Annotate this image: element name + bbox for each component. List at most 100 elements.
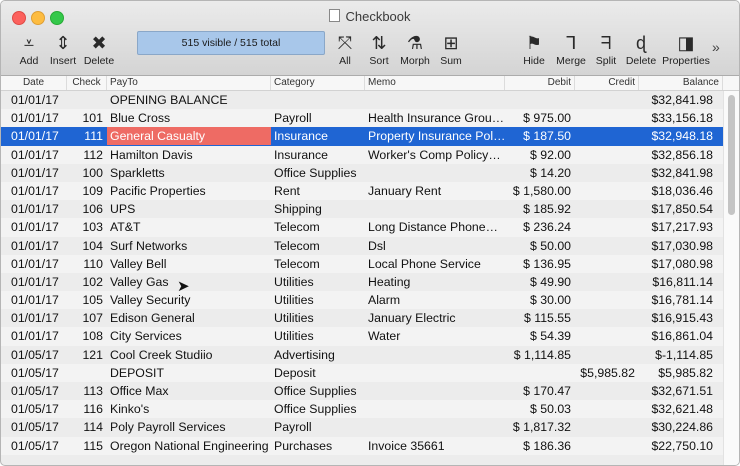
cell-credit[interactable] <box>575 346 635 364</box>
cell-payto[interactable]: OPENING BALANCE <box>107 91 271 109</box>
table-row[interactable]: 01/01/17 103 AT&T Telecom Long Distance Phon… <box>1 218 723 237</box>
cell-debit[interactable]: $ 170.47 <box>505 382 571 400</box>
cell-payto[interactable]: Blue Cross <box>107 109 271 127</box>
cell-memo[interactable]: Heating <box>365 273 505 291</box>
cell-memo[interactable] <box>365 346 505 364</box>
cell-balance[interactable]: $18,036.46 <box>639 182 713 200</box>
cell-credit[interactable] <box>575 91 635 109</box>
cell-payto[interactable]: Kinko's <box>107 400 271 418</box>
cell-check[interactable]: 106 <box>69 200 103 218</box>
cell-payto[interactable]: DEPOSIT <box>107 364 271 382</box>
cell-memo[interactable] <box>365 382 505 400</box>
toolbar-overflow-button[interactable]: » <box>712 39 720 55</box>
cell-payto[interactable]: AT&T <box>107 218 271 236</box>
cell-date[interactable]: 01/01/17 <box>11 291 67 309</box>
cell-balance[interactable]: $16,811.14 <box>639 273 713 291</box>
cell-balance[interactable]: $17,217.93 <box>639 218 713 236</box>
table-row[interactable]: 01/01/17 106 UPS Shipping $ 185.92 $17,850.54 <box>1 200 723 218</box>
cell-memo[interactable]: Property Insurance Pol… <box>365 127 505 145</box>
cell-debit[interactable] <box>505 364 571 382</box>
cell-check[interactable]: 109 <box>69 182 103 200</box>
table-row[interactable]: 01/01/17 111 General Casualty Insurance Prop… <box>1 127 723 146</box>
cell-memo[interactable] <box>365 164 505 182</box>
cell-payto[interactable]: Poly Payroll Services <box>107 418 271 436</box>
cell-balance[interactable]: $16,861.04 <box>639 327 713 345</box>
properties-button[interactable]: ◨ Properties <box>661 32 711 67</box>
cell-debit[interactable]: $ 1,114.85 <box>505 346 571 364</box>
cell-payto[interactable]: UPS <box>107 200 271 218</box>
cell-debit[interactable]: $ 236.24 <box>505 218 571 236</box>
cell-check[interactable]: 111 <box>69 127 103 145</box>
cell-credit[interactable]: $5,985.82 <box>575 364 635 382</box>
cell-category[interactable]: Office Supplies <box>271 400 365 418</box>
cell-payto[interactable]: Oregon National Engineering <box>107 437 271 455</box>
cell-credit[interactable] <box>575 273 635 291</box>
cell-check[interactable] <box>69 364 103 382</box>
cell-payto[interactable]: Edison General <box>107 309 271 327</box>
cell-date[interactable]: 01/01/17 <box>11 200 67 218</box>
cell-payto[interactable]: Pacific Properties <box>107 182 271 200</box>
table-row[interactable]: 01/01/17 110 Valley Bell Telecom Local Phone… <box>1 254 723 273</box>
cell-date[interactable]: 01/01/17 <box>11 164 67 182</box>
cell-payto[interactable]: Hamilton Davis <box>107 146 271 164</box>
vertical-scrollbar[interactable] <box>723 91 739 465</box>
cell-check[interactable]: 114 <box>69 418 103 436</box>
cell-balance[interactable]: $16,781.14 <box>639 291 713 309</box>
cell-debit[interactable]: $ 1,580.00 <box>505 182 571 200</box>
column-header-payto[interactable]: PayTo <box>107 76 271 90</box>
cell-date[interactable]: 01/05/17 <box>11 382 67 400</box>
column-header-check[interactable]: Check <box>67 76 107 90</box>
cell-debit[interactable]: $ 49.90 <box>505 273 571 291</box>
cell-credit[interactable] <box>575 309 635 327</box>
cell-memo[interactable] <box>365 200 505 218</box>
cell-category[interactable]: Rent <box>271 182 365 200</box>
cell-category[interactable]: Insurance <box>271 146 365 164</box>
cell-category[interactable]: Telecom <box>271 255 365 273</box>
cell-check[interactable]: 115 <box>69 437 103 455</box>
cell-credit[interactable] <box>575 146 635 164</box>
cell-date[interactable]: 01/01/17 <box>11 218 67 236</box>
insert-button[interactable]: ⇕ Insert <box>47 32 79 67</box>
cell-check[interactable]: 103 <box>69 218 103 236</box>
cell-category[interactable] <box>271 91 365 109</box>
column-header-debit[interactable]: Debit <box>505 76 575 90</box>
merge-button[interactable]: ᒣ Merge <box>554 32 588 67</box>
table-row[interactable]: 01/01/17 108 City Services Utilities Water $ … <box>1 327 723 346</box>
cell-check[interactable]: 112 <box>69 146 103 164</box>
cell-date[interactable]: 01/01/17 <box>11 327 67 345</box>
cell-balance[interactable]: $33,156.18 <box>639 109 713 127</box>
cell-payto[interactable]: Valley Bell <box>107 255 271 273</box>
table-row[interactable]: 01/01/17 107 Edison General Utilities Januar… <box>1 309 723 327</box>
cell-credit[interactable] <box>575 437 635 455</box>
cell-debit[interactable]: $ 50.00 <box>505 237 571 255</box>
cell-date[interactable]: 01/01/17 <box>11 237 67 255</box>
column-header-date[interactable]: Date <box>1 76 67 90</box>
cell-payto[interactable]: General Casualty <box>107 127 271 146</box>
cell-memo[interactable]: Long Distance Phone… <box>365 218 505 236</box>
table-row[interactable]: 01/01/17 101 Blue Cross Payroll Health Insur… <box>1 109 723 128</box>
cell-date[interactable]: 01/01/17 <box>11 146 67 164</box>
cell-memo[interactable] <box>365 364 505 382</box>
cell-category[interactable]: Insurance <box>271 127 365 145</box>
cell-debit[interactable]: $ 54.39 <box>505 327 571 345</box>
cell-date[interactable]: 01/01/17 <box>11 255 67 273</box>
cell-date[interactable]: 01/01/17 <box>11 109 67 127</box>
delete-column-button[interactable]: ɖ Delete <box>625 32 657 67</box>
cell-balance[interactable]: $32,856.18 <box>639 146 713 164</box>
cell-debit[interactable]: $ 187.50 <box>505 127 571 145</box>
cell-payto[interactable]: Cool Creek Studiio <box>107 346 271 364</box>
cell-category[interactable]: Deposit <box>271 364 365 382</box>
cell-date[interactable]: 01/01/17 <box>11 182 67 200</box>
cell-date[interactable]: 01/05/17 <box>11 400 67 418</box>
cell-category[interactable]: Office Supplies <box>271 382 365 400</box>
cell-check[interactable]: 121 <box>69 346 103 364</box>
cell-credit[interactable] <box>575 327 635 345</box>
cell-date[interactable]: 01/01/17 <box>11 91 67 109</box>
cell-check[interactable]: 108 <box>69 327 103 345</box>
table-row[interactable]: 01/01/17 105 Valley Security Utilities Alarm… <box>1 291 723 310</box>
cell-memo[interactable]: Water <box>365 327 505 345</box>
cell-debit[interactable]: $ 115.55 <box>505 309 571 327</box>
cell-credit[interactable] <box>575 109 635 127</box>
cell-memo[interactable]: Dsl <box>365 237 505 255</box>
cell-payto[interactable]: Office Max <box>107 382 271 400</box>
